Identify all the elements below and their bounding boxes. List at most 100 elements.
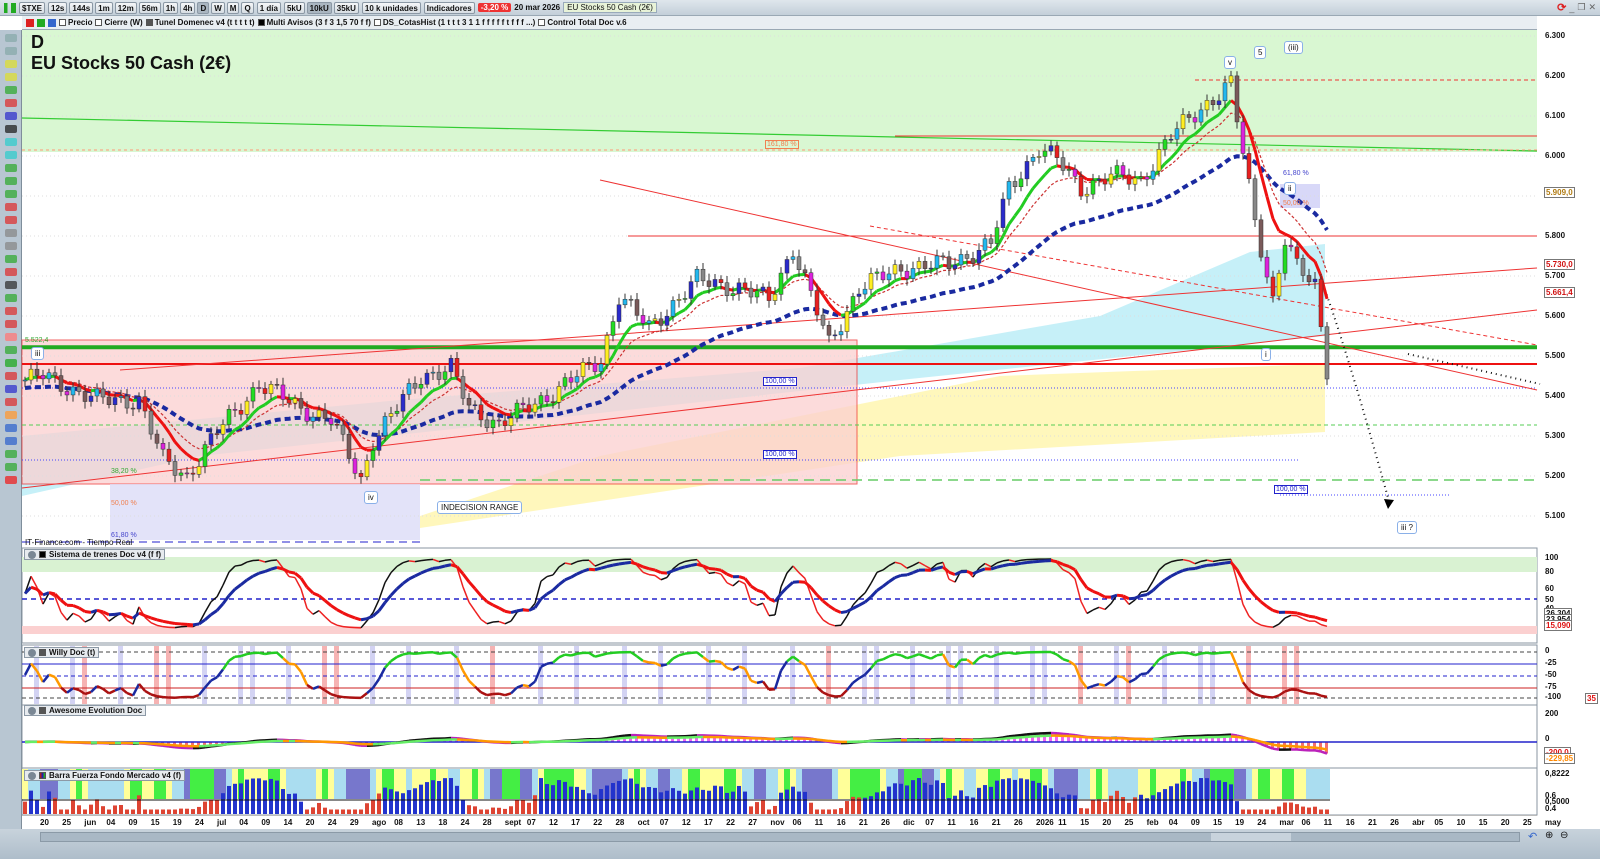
willy-segment <box>852 677 860 684</box>
barra-background <box>334 769 340 799</box>
close-panel-icon[interactable] <box>28 550 36 559</box>
candle <box>232 409 238 411</box>
oscillator-segment <box>1242 604 1250 617</box>
barra-bar <box>653 787 657 814</box>
panel-header-sistema[interactable]: Sistema de trenes Doc v4 (f f) <box>24 549 166 560</box>
barra-bar <box>587 793 591 814</box>
oscillator-segment <box>762 602 770 616</box>
barra-bar <box>539 778 543 814</box>
barra-background <box>1096 769 1102 799</box>
undo-icon[interactable]: ↶ <box>1528 830 1537 843</box>
willy-segment <box>438 651 446 655</box>
price-marker: 5.730,0 <box>1544 259 1575 270</box>
oscillator-segment <box>690 558 698 561</box>
candle <box>166 448 172 462</box>
trend-line-segment <box>1164 574 1172 582</box>
candle <box>856 293 862 297</box>
trend-ema-segment <box>678 308 686 315</box>
oscillator-segment <box>384 572 392 584</box>
candle <box>484 419 490 429</box>
trend-ema-segment <box>696 291 704 298</box>
trend-line-segment <box>408 574 416 581</box>
barra-bar <box>839 808 843 814</box>
wave-label-iii-question[interactable]: iii ? <box>1397 521 1418 534</box>
price-tick: 6.100 <box>1545 111 1566 120</box>
wave-label-ii[interactable]: ii <box>1284 182 1296 195</box>
trend-line-segment <box>1218 561 1226 566</box>
panel-header-willy[interactable]: Willy Doc (t) <box>24 647 100 658</box>
barra-bar <box>845 801 849 814</box>
barra-bar <box>779 792 783 814</box>
oscillator-segment <box>1092 606 1100 611</box>
trend-line-segment <box>288 570 296 575</box>
oscillator-segment <box>858 592 866 599</box>
candle <box>802 269 808 274</box>
trend-line-segment <box>467 580 477 590</box>
barra-background <box>832 769 838 799</box>
barra-bar <box>1235 801 1239 814</box>
trend-line-segment <box>600 565 608 570</box>
wave-label-iv[interactable]: iv <box>364 491 378 504</box>
candle <box>256 387 262 389</box>
trend-line-segment <box>330 604 338 611</box>
trend-line-segment <box>822 599 830 608</box>
candle <box>196 466 202 475</box>
trend-line-segment <box>1320 617 1328 623</box>
chart-canvas[interactable] <box>0 0 1600 829</box>
wave-label-5[interactable]: 5 <box>1254 46 1267 59</box>
candle <box>376 435 382 451</box>
wave-label-iii-paren[interactable]: (iii) <box>1284 41 1303 54</box>
barra-bar <box>335 809 339 814</box>
date-axis[interactable]: 20 25 jun 04 09 15 19 24 jul 04 09 14 20 24 29 ago 08 13 1… <box>22 815 1561 828</box>
barra-background <box>1288 769 1294 799</box>
oscillator-segment <box>312 609 320 615</box>
trend-line-segment <box>966 570 974 576</box>
wave-label-v[interactable]: v <box>1224 56 1236 69</box>
oscillator-segment <box>642 571 650 576</box>
zoom-out-icon[interactable]: ⊖ <box>1560 830 1568 841</box>
awesome-signal <box>822 739 830 743</box>
wave-label-iii-left[interactable]: iii <box>31 347 45 360</box>
trend-line-segment <box>1308 614 1316 619</box>
panel-tick: 60 <box>1545 584 1554 593</box>
candle <box>262 388 268 394</box>
barra-background <box>868 769 874 799</box>
awesome-signal <box>246 741 254 745</box>
trend-line-segment <box>1241 579 1251 590</box>
trend-line-segment <box>1170 571 1178 578</box>
barra-bar <box>689 790 693 814</box>
date-tick: may <box>1545 818 1562 827</box>
indecision-range-label[interactable]: INDECISION RANGE <box>437 501 523 514</box>
oscillator-segment <box>1314 620 1322 626</box>
close-panel-icon[interactable] <box>28 706 36 715</box>
candle <box>670 300 676 317</box>
close-panel-icon[interactable] <box>28 648 36 657</box>
oscillator-segment <box>462 586 470 603</box>
barra-bar <box>341 809 345 814</box>
oscillator-segment <box>660 576 668 581</box>
willy-bar <box>1042 646 1047 704</box>
wave-label-i[interactable]: i <box>1261 348 1271 361</box>
candle <box>574 376 580 383</box>
oscillator-segment <box>1086 609 1094 615</box>
willy-segment <box>648 661 656 665</box>
trend-line-segment <box>1260 600 1268 608</box>
barra-bar <box>1067 794 1071 814</box>
oscillator-segment <box>60 611 68 621</box>
date-tick: 05 <box>1434 818 1444 827</box>
willy-segment <box>918 652 926 658</box>
panel-header-awesome[interactable]: Awesome Evolution Doc <box>24 705 147 716</box>
barra-background <box>1324 769 1330 799</box>
awesome-signal <box>606 737 614 741</box>
zoom-in-icon[interactable]: ⊕ <box>1545 830 1553 841</box>
scrollbar-thumb[interactable] <box>1211 833 1291 841</box>
candle <box>910 268 916 279</box>
horizontal-scrollbar[interactable] <box>40 832 1520 842</box>
candle <box>1090 180 1096 195</box>
date-tick: nov <box>770 818 785 827</box>
barra-bar <box>1247 809 1251 814</box>
close-panel-icon[interactable] <box>28 771 36 780</box>
willy-bar <box>706 646 711 704</box>
panel-header-barra[interactable]: Barra Fuerza Fondo Mercado v4 (f) <box>24 770 186 781</box>
willy-segment <box>546 661 554 665</box>
